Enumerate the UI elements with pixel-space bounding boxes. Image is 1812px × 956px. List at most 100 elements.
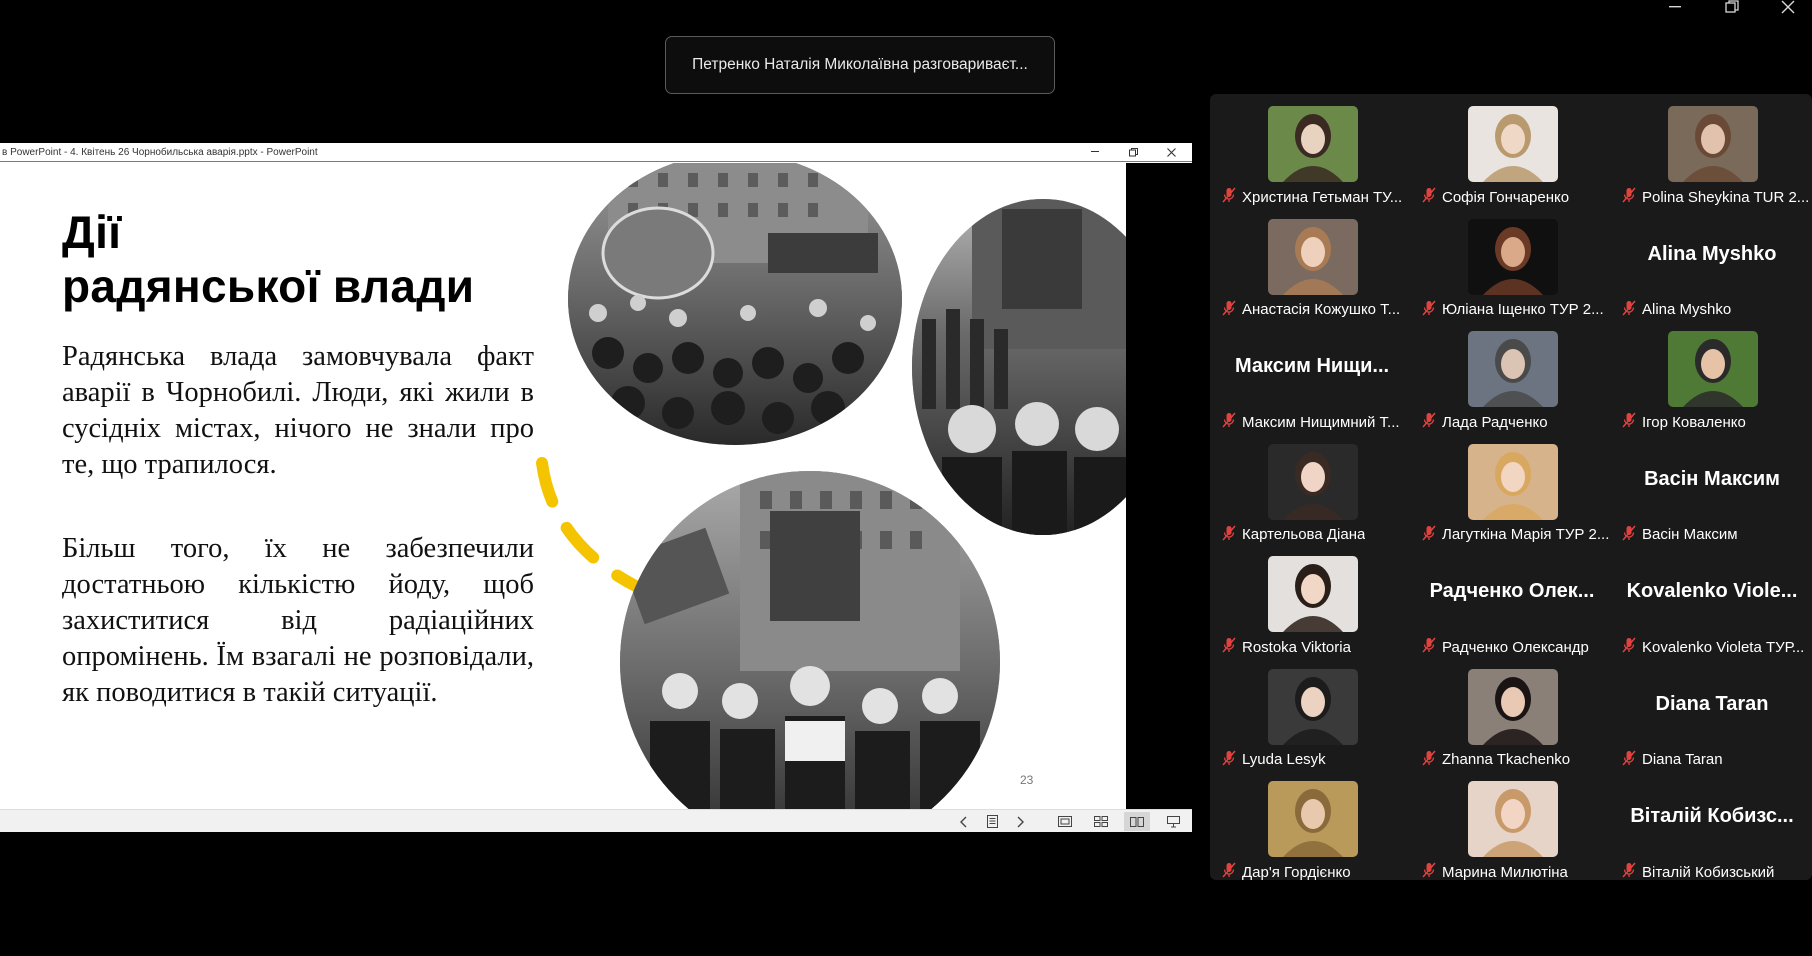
participant-name: Lyuda Lesyk: [1242, 751, 1326, 768]
participant-name: Diana Taran: [1642, 751, 1723, 768]
slide-paragraph-1: Радянська влада замовчувала факт аварії …: [62, 341, 534, 480]
mic-muted-icon: [1222, 525, 1236, 545]
meeting-window: Петренко Наталія Миколаївна разговариває…: [0, 0, 1812, 956]
participant-video: [1268, 668, 1358, 745]
participant-label: Ігор Коваленко: [1622, 411, 1810, 433]
participant-label: Христина Гетьман ТУ...: [1222, 186, 1410, 208]
notes-icon[interactable]: [979, 812, 1005, 831]
slide-sorter-icon[interactable]: [1088, 812, 1114, 831]
mic-muted-icon: [1622, 637, 1636, 657]
participant-name: Віталій Кобизський: [1642, 863, 1775, 881]
participant-tile[interactable]: Rostoka Viktoria: [1214, 550, 1410, 658]
participant-video: [1268, 106, 1358, 182]
participant-name: Zhanna Tkachenko: [1442, 751, 1571, 768]
mic-muted-icon: [1422, 637, 1436, 657]
participant-tile[interactable]: Лада Радченко: [1414, 325, 1610, 433]
participant-label: Kovalenko Violeta ТУР...: [1622, 636, 1810, 658]
participant-label: Анастасія Кожушко Т...: [1222, 299, 1410, 321]
mic-muted-icon: [1622, 862, 1636, 882]
minimize-icon[interactable]: [1655, 0, 1695, 14]
mic-muted-icon: [1422, 187, 1436, 207]
mic-muted-icon: [1422, 412, 1436, 432]
participant-tile[interactable]: Kovalenko Viole... Kovalenko Violeta ТУР.…: [1614, 550, 1810, 658]
participant-tile[interactable]: Ігор Коваленко: [1614, 325, 1810, 433]
participant-label: Лагуткіна Марія ТУР 2...: [1422, 524, 1610, 546]
participant-label: Alina Myshko: [1622, 299, 1810, 321]
participant-name-placeholder: Віталій Кобизс...: [1630, 805, 1794, 827]
participant-name: Лагуткіна Марія ТУР 2...: [1442, 526, 1610, 543]
participant-tile[interactable]: Марина Милютіна: [1414, 775, 1610, 883]
reading-view-icon[interactable]: [1124, 812, 1150, 831]
mic-muted-icon: [1222, 300, 1236, 320]
mic-muted-icon: [1422, 750, 1436, 770]
participant-tile[interactable]: Анастасія Кожушко Т...: [1214, 213, 1410, 321]
participant-tile[interactable]: Alina Myshko Alina Myshko: [1614, 213, 1810, 321]
participant-name: Ігор Коваленко: [1642, 413, 1746, 431]
participant-name: Юліана Іщенко ТУР 2...: [1442, 301, 1604, 318]
normal-view-icon[interactable]: [1052, 812, 1078, 831]
participant-tile[interactable]: Картельова Діана: [1214, 438, 1410, 546]
participant-name: Polina Sheykina TUR 2...: [1642, 188, 1810, 206]
participant-tile[interactable]: Lyuda Lesyk: [1214, 663, 1410, 771]
slide-title: Дії радянської влади: [62, 205, 562, 313]
powerpoint-statusbar: [0, 809, 1192, 832]
mic-muted-icon: [1222, 187, 1236, 207]
participant-name: Марина Милютіна: [1442, 863, 1568, 881]
participant-label: Віталій Кобизський: [1622, 861, 1810, 883]
shared-screen: в PowerPoint - 4. Квітень 26 Чорнобильсь…: [0, 143, 1192, 832]
participant-name: Картельова Діана: [1242, 526, 1366, 543]
close-icon[interactable]: [1768, 0, 1808, 14]
participant-label: Rostoka Viktoria: [1222, 636, 1410, 658]
participant-tile[interactable]: Polina Sheykina TUR 2...: [1614, 100, 1810, 208]
previous-slide-icon[interactable]: [950, 812, 976, 831]
participant-video: [1468, 443, 1558, 520]
participant-tile[interactable]: Юліана Іщенко ТУР 2...: [1414, 213, 1610, 321]
participant-name: Лада Радченко: [1442, 413, 1548, 431]
mic-muted-icon: [1622, 187, 1636, 207]
active-speaker-toast: Петренко Наталія Миколаївна разговариває…: [665, 36, 1055, 94]
participant-name: Alina Myshko: [1642, 301, 1732, 318]
participant-tile[interactable]: Христина Гетьман ТУ...: [1214, 100, 1410, 208]
mic-muted-icon: [1222, 637, 1236, 657]
participant-label: Марина Милютіна: [1422, 861, 1610, 883]
participant-name-placeholder: Максим Нищи...: [1234, 355, 1390, 377]
pp-minimize-icon[interactable]: [1080, 143, 1110, 161]
participant-tile[interactable]: Zhanna Tkachenko: [1414, 663, 1610, 771]
participant-label: Юліана Іщенко ТУР 2...: [1422, 299, 1610, 321]
mic-muted-icon: [1622, 750, 1636, 770]
participant-tile[interactable]: Diana Taran Diana Taran: [1614, 663, 1810, 771]
participant-gallery: Христина Гетьман ТУ... Софія Гончаренко Po…: [1210, 94, 1812, 883]
participant-label: Дар'я Гордієнко: [1222, 861, 1410, 883]
participant-label: Васін Максим: [1622, 524, 1810, 546]
participant-name-placeholder: Kovalenko Viole...: [1626, 580, 1798, 602]
participant-name-placeholder: Васін Максим: [1644, 467, 1780, 490]
participant-video: [1668, 331, 1758, 407]
participant-name: Анастасія Кожушко Т...: [1242, 301, 1401, 318]
window-title: в PowerPoint - 4. Квітень 26 Чорнобильсь…: [2, 146, 318, 158]
participant-tile[interactable]: Дар'я Гордієнко: [1214, 775, 1410, 883]
mic-muted-icon: [1622, 525, 1636, 545]
pp-restore-icon[interactable]: [1118, 143, 1148, 161]
participant-video: [1268, 781, 1358, 857]
participant-tile[interactable]: Віталій Кобизс... Віталій Кобизський: [1614, 775, 1810, 883]
slideshow-icon[interactable]: [1160, 812, 1186, 831]
participant-label: Картельова Діана: [1222, 524, 1410, 546]
participant-tile[interactable]: Васін Максим Васін Максим: [1614, 438, 1810, 546]
participant-video: [1468, 218, 1558, 295]
participant-tile[interactable]: Софія Гончаренко: [1414, 100, 1610, 208]
participant-tile[interactable]: Максим Нищи... Максим Нищимний Т...: [1214, 325, 1410, 433]
participant-name: Дар'я Гордієнко: [1242, 863, 1351, 881]
participant-label: Софія Гончаренко: [1422, 186, 1610, 208]
mic-muted-icon: [1622, 300, 1636, 320]
restore-icon[interactable]: [1712, 0, 1752, 14]
slide-title-line2: радянської влади: [62, 260, 475, 312]
participant-label: Zhanna Tkachenko: [1422, 749, 1610, 771]
participant-name: Софія Гончаренко: [1442, 188, 1570, 206]
next-slide-icon[interactable]: [1008, 812, 1034, 831]
participant-tile[interactable]: Радченко Олек... Радченко Олександр: [1414, 550, 1610, 658]
slide-letterbox: [1126, 163, 1192, 809]
participant-label: Максим Нищимний Т...: [1222, 411, 1410, 433]
participant-name: Радченко Олександр: [1442, 638, 1589, 656]
participant-tile[interactable]: Лагуткіна Марія ТУР 2...: [1414, 438, 1610, 546]
pp-close-icon[interactable]: [1156, 143, 1186, 161]
